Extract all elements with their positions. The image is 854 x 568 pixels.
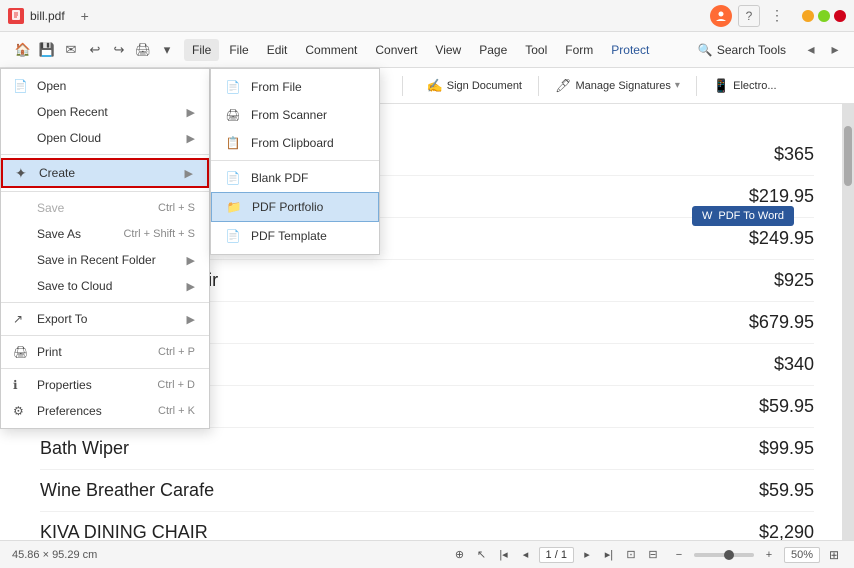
preferences-shortcut: Ctrl + K (158, 405, 195, 417)
from-scanner-icon: 🖨 (225, 107, 241, 123)
preferences-icon: ⚙ (13, 404, 24, 418)
export-icon: ↗ (13, 312, 23, 326)
file-menu-sep-3 (1, 302, 209, 303)
properties-icon: ℹ (13, 378, 18, 392)
submenu-from-file[interactable]: 📄 From File (211, 73, 379, 101)
create-icon: ✦ (15, 165, 27, 182)
file-menu-save-as[interactable]: Save As Ctrl + Shift + S (1, 221, 209, 247)
from-file-icon: 📄 (225, 79, 241, 95)
save-shortcut: Ctrl + S (158, 202, 195, 214)
pdf-template-icon: 📄 (225, 228, 241, 244)
menu-overlay: 📄 Open Open Recent ▶ Open Cloud ▶ ✦ Crea… (0, 0, 854, 568)
file-menu-save-recent[interactable]: Save in Recent Folder ▶ (1, 247, 209, 273)
save-as-shortcut: Ctrl + Shift + S (123, 228, 195, 240)
file-menu-open[interactable]: 📄 Open (1, 73, 209, 99)
open-icon: 📄 (13, 79, 28, 93)
submenu-sep (211, 160, 379, 161)
submenu-pdf-template[interactable]: 📄 PDF Template (211, 222, 379, 250)
file-menu-properties[interactable]: ℹ Properties Ctrl + D (1, 372, 209, 398)
file-menu-preferences[interactable]: ⚙ Preferences Ctrl + K (1, 398, 209, 424)
print-file-icon: 🖨 (13, 345, 28, 359)
create-submenu: 📄 From File 🖨 From Scanner 📋 From Clipbo… (210, 68, 380, 255)
open-recent-chevron: ▶ (187, 106, 195, 119)
file-menu: 📄 Open Open Recent ▶ Open Cloud ▶ ✦ Crea… (0, 68, 210, 429)
save-cloud-chevron: ▶ (187, 280, 195, 293)
file-menu-open-recent[interactable]: Open Recent ▶ (1, 99, 209, 125)
file-menu-sep-5 (1, 368, 209, 369)
save-recent-chevron: ▶ (187, 254, 195, 267)
open-cloud-chevron: ▶ (187, 132, 195, 145)
file-menu-open-cloud[interactable]: Open Cloud ▶ (1, 125, 209, 151)
pdf-portfolio-icon: 📁 (226, 199, 242, 215)
export-chevron: ▶ (187, 313, 195, 326)
blank-pdf-icon: 📄 (225, 170, 241, 186)
print-shortcut: Ctrl + P (158, 346, 195, 358)
file-menu-save-cloud[interactable]: Save to Cloud ▶ (1, 273, 209, 299)
submenu-from-scanner[interactable]: 🖨 From Scanner (211, 101, 379, 129)
submenu-blank-pdf[interactable]: 📄 Blank PDF (211, 164, 379, 192)
from-clipboard-icon: 📋 (225, 135, 241, 151)
file-menu-print[interactable]: 🖨 Print Ctrl + P (1, 339, 209, 365)
create-chevron: ▶ (185, 167, 193, 180)
file-menu-export[interactable]: ↗ Export To ▶ (1, 306, 209, 332)
file-menu-sep-1 (1, 154, 209, 155)
file-menu-create[interactable]: ✦ Create ▶ (1, 158, 209, 188)
file-menu-save[interactable]: Save Ctrl + S (1, 195, 209, 221)
properties-shortcut: Ctrl + D (157, 379, 195, 391)
submenu-from-clipboard[interactable]: 📋 From Clipboard (211, 129, 379, 157)
file-menu-sep-4 (1, 335, 209, 336)
submenu-pdf-portfolio[interactable]: 📁 PDF Portfolio (211, 192, 379, 222)
file-menu-sep-2 (1, 191, 209, 192)
